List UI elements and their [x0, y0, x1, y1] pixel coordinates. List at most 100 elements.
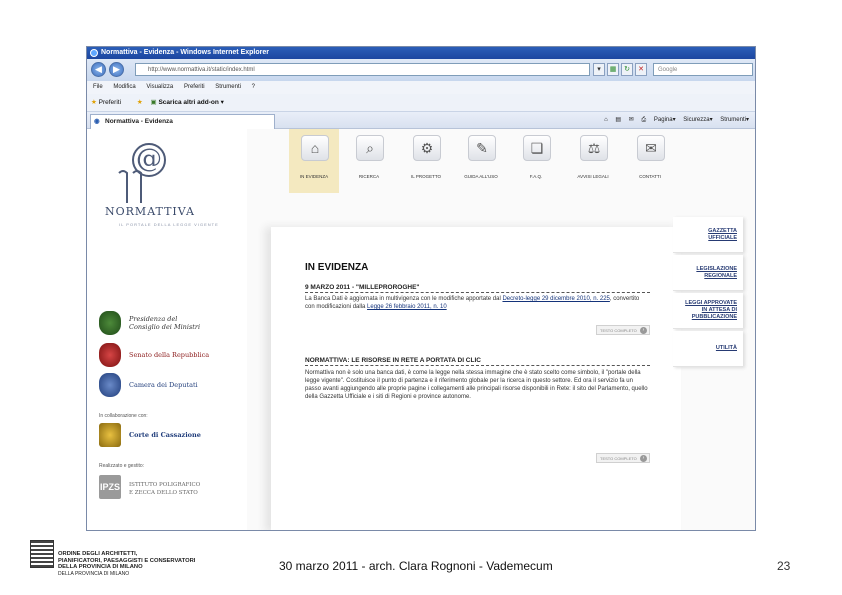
tab-page-icon: ◉ — [94, 118, 100, 125]
refresh-icon[interactable]: ↻ — [621, 63, 633, 76]
nav-faq[interactable]: ❏ F.A.Q. — [511, 129, 561, 193]
article1-more-button[interactable]: TESTO COMPLETO › — [596, 325, 650, 335]
menu-file[interactable]: File — [93, 84, 103, 90]
senato-emblem-icon — [99, 343, 121, 367]
nav-label: RICERCA — [358, 174, 380, 179]
site-logo-subtitle: IL PORTALE DELLA LEGGE VIGENTE — [119, 222, 219, 227]
addons-dropdown-icon[interactable]: ▾ — [221, 99, 224, 106]
camera-emblem-icon — [99, 373, 121, 397]
arrow-right-icon: › — [640, 327, 647, 334]
address-dropdown-icon[interactable]: ▾ — [593, 63, 605, 76]
menu-strumenti-cmd[interactable]: Strumenti — [720, 117, 746, 123]
folder-icon: ❏ — [523, 135, 551, 161]
stop-icon[interactable]: ✕ — [635, 63, 647, 76]
window-title: Normattiva - Evidenza - Windows Internet… — [101, 49, 269, 56]
search-placeholder: Google — [658, 67, 678, 73]
favorites-star-icon: ★ — [91, 99, 97, 106]
cassazione-label: Corte di Cassazione — [129, 431, 201, 439]
nav-contatti[interactable]: ✉ CONTATTI — [625, 129, 675, 193]
menu-sicurezza[interactable]: Sicurezza — [683, 117, 709, 123]
compatibility-icon[interactable]: ▦ — [607, 63, 619, 76]
article2-more-button[interactable]: TESTO COMPLETO › — [596, 453, 650, 463]
menu-help[interactable]: ? — [252, 84, 255, 90]
browser-window: Normattiva - Evidenza - Windows Internet… — [86, 46, 756, 531]
nav-label: IN EVIDENZA — [299, 174, 329, 179]
favorites-add-icon[interactable]: ★ — [137, 99, 143, 106]
nav-guida[interactable]: ✎ GUIDA ALL'USO — [456, 129, 506, 193]
tab-label: Normattiva - Evidenza — [105, 118, 173, 125]
link-senato[interactable]: Senato della Repubblica — [99, 343, 239, 369]
back-icon[interactable]: ◀ — [91, 62, 106, 77]
favorites-button[interactable]: Preferiti — [99, 99, 121, 106]
article1-body: La Banca Dati è aggiornata in multivigen… — [305, 296, 640, 310]
print-icon[interactable]: ⎙ — [641, 117, 646, 123]
navigation-bar: ◀ ▶ http://www.normattiva.it/static/inde… — [87, 59, 755, 81]
addons-icon: ▣ — [150, 99, 157, 106]
panel-title: IN EVIDENZA — [305, 262, 369, 273]
camera-label: Camera dei Deputati — [129, 381, 198, 389]
italy-emblem-icon — [99, 311, 121, 335]
nav-label: CONTATTI — [639, 174, 661, 179]
nav-label: F.A.Q. — [529, 174, 543, 179]
presidenza-label: Presidenza del Consiglio dei Ministri — [129, 315, 201, 331]
footer-organization: ORDINE DEGLI ARCHITETTI, PIANIFICATORI, … — [58, 551, 196, 577]
magnifier-icon: ⌕ — [356, 135, 384, 161]
menu-visualizza[interactable]: Visualizza — [146, 84, 173, 90]
ipzs-logo-icon: IPZS — [99, 475, 121, 499]
nav-label: AVVISI LEGALI — [577, 174, 609, 179]
menu-modifica[interactable]: Modifica — [113, 84, 135, 90]
nav-label: IL PROGETTO — [410, 174, 441, 179]
link-legge[interactable]: Legge 26 febbraio 2011, n. 10 — [367, 304, 447, 310]
favorites-bar: ★ Preferiti ★ ▣ Scarica altri add-on ▾ — [87, 94, 755, 112]
home-icon: ⌂ — [301, 135, 329, 161]
nav-in-evidenza[interactable]: ⌂ IN EVIDENZA — [289, 129, 339, 193]
mail-icon[interactable]: ✉ — [629, 117, 634, 123]
realized-label: Realizzato e gestito: — [99, 463, 145, 469]
menu-preferiti[interactable]: Preferiti — [184, 84, 205, 90]
link-cassazione[interactable]: Corte di Cassazione — [99, 423, 239, 449]
ordine-architetti-logo-icon — [30, 540, 54, 568]
menu-strumenti[interactable]: Strumenti — [215, 84, 241, 90]
tab-legislazione-regionale[interactable]: LEGISLAZIONE REGIONALE — [673, 255, 743, 291]
slide-footer-title: 30 marzo 2011 - arch. Clara Rognoni - Va… — [279, 559, 553, 573]
article2-body: Normattiva non è solo una banca dati, è … — [305, 370, 648, 400]
nav-il-progetto[interactable]: ⚙ IL PROGETTO — [401, 129, 451, 193]
tab-utilita[interactable]: UTILITÀ — [673, 331, 743, 367]
tab-normattiva[interactable]: ◉ Normattiva - Evidenza — [90, 114, 275, 129]
ie-logo-icon — [90, 49, 98, 57]
menu-pagina[interactable]: Pagina — [654, 117, 673, 123]
feeds-icon[interactable]: ▤ — [615, 117, 621, 123]
article2-title[interactable]: NORMATTIVA: LE RISORSE IN RETE A PORTATA… — [305, 357, 650, 366]
command-bar: ⌂ ▤ ✉ ⎙ Pagina▾ Sicurezza▾ Strumenti▾ — [604, 117, 749, 123]
address-url: http://www.normattiva.it/static/index.ht… — [148, 67, 255, 73]
nav-avvisi-legali[interactable]: ⚖ AVVISI LEGALI — [568, 129, 618, 193]
nav-ricerca[interactable]: ⌕ RICERCA — [344, 129, 394, 193]
arrow-right-icon: › — [640, 455, 647, 462]
columns-logo-icon — [118, 170, 142, 203]
link-ipzs[interactable]: IPZS ISTITUTO POLIGRAFICO E ZECCA DELLO … — [99, 475, 239, 501]
collab-label: In collaborazione con: — [99, 413, 148, 419]
addons-link[interactable]: Scarica altri add-on — [158, 99, 218, 106]
cassazione-emblem-icon — [99, 423, 121, 447]
content-panel: IN EVIDENZA 9 MARZO 2011 - "MILLEPROROGH… — [271, 227, 681, 530]
envelope-icon: ✉ — [637, 135, 665, 161]
scales-icon: ⚖ — [580, 135, 608, 161]
tab-gazzetta-ufficiale[interactable]: GAZZETTA UFFICIALE — [673, 217, 743, 253]
link-camera[interactable]: Camera dei Deputati — [99, 373, 239, 399]
article1-title[interactable]: 9 MARZO 2011 - "MILLEPROROGHE" — [305, 284, 650, 293]
address-bar[interactable]: http://www.normattiva.it/static/index.ht… — [135, 63, 590, 76]
tab-leggi-approvate[interactable]: LEGGI APPROVATE IN ATTESA DI PUBBLICAZIO… — [673, 293, 743, 329]
forward-icon[interactable]: ▶ — [109, 62, 124, 77]
left-column: @ NORMATTIVA IL PORTALE DELLA LEGGE VIGE… — [87, 129, 247, 530]
window-titlebar: Normattiva - Evidenza - Windows Internet… — [87, 47, 755, 59]
senato-label: Senato della Repubblica — [129, 351, 210, 359]
tab-bar: ◉ Normattiva - Evidenza ⌂ ▤ ✉ ⎙ Pagina▾ … — [87, 112, 755, 129]
nav-label: GUIDA ALL'USO — [464, 174, 498, 179]
site-logo-name: NORMATTIVA — [105, 205, 195, 218]
home-toolbar-icon[interactable]: ⌂ — [604, 117, 608, 123]
search-input[interactable]: Google — [653, 63, 753, 76]
link-presidenza[interactable]: Presidenza del Consiglio dei Ministri — [99, 311, 239, 337]
menu-bar: File Modifica Visualizza Preferiti Strum… — [87, 81, 755, 94]
link-decreto[interactable]: Decreto-legge 29 dicembre 2010, n. 225 — [502, 296, 609, 302]
slide-page-number: 23 — [777, 559, 791, 573]
